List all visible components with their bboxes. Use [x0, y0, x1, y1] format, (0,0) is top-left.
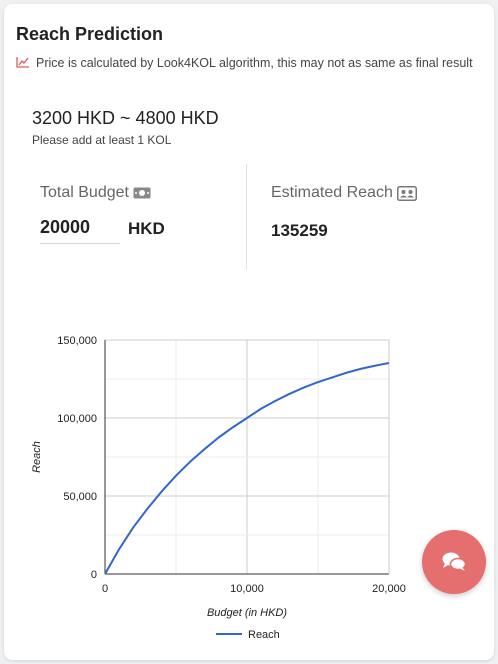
price-note: Please add at least 1 KOL — [32, 133, 172, 147]
chart-y-axis-title: Reach — [31, 441, 43, 473]
chart-y-tick-label: 50,000 — [63, 491, 97, 503]
reach-prediction-card: Reach Prediction Price is calculated by … — [4, 4, 494, 660]
chart-y-tick-label: 0 — [91, 569, 97, 581]
chart-legend-label: Reach — [248, 629, 280, 641]
price-disclaimer: Price is calculated by Look4KOL algorith… — [16, 56, 476, 71]
chart-x-tick-label: 0 — [102, 583, 108, 595]
disclaimer-text: Price is calculated by Look4KOL algorith… — [36, 56, 473, 70]
money-bill-icon — [133, 187, 151, 199]
chart-x-tick-label: 10,000 — [230, 583, 264, 595]
reach-chart: 0 50,000 100,000 150,000 0 10,000 20,000 Budget… — [4, 324, 424, 654]
estimated-reach-label-text: Estimated Reach — [271, 184, 393, 201]
chart-x-axis-title: Budget (in HKD) — [207, 607, 287, 619]
budget-unit: HKD — [128, 219, 165, 238]
chat-bubbles-icon — [442, 552, 467, 571]
chat-button[interactable] — [422, 530, 486, 594]
total-budget-label-text: Total Budget — [40, 184, 129, 201]
chart-y-tick-label: 150,000 — [57, 335, 97, 347]
stats-divider — [246, 164, 247, 270]
chart-x-tick-label: 20,000 — [372, 583, 406, 595]
price-range: 3200 HKD ~ 4800 HKD — [32, 108, 219, 128]
reach-chart-svg: 0 50,000 100,000 150,000 0 10,000 20,000 Budget… — [31, 335, 406, 641]
estimated-reach-label: Estimated Reach — [271, 184, 417, 202]
estimated-reach-value: 135259 — [271, 221, 328, 240]
chart-y-tick-label: 100,000 — [57, 413, 97, 425]
total-budget-input[interactable] — [40, 216, 120, 244]
users-card-icon — [396, 185, 417, 201]
card-title: Reach Prediction — [16, 24, 164, 44]
total-budget-label: Total Budget — [40, 184, 151, 202]
trend-line-icon — [16, 57, 29, 68]
